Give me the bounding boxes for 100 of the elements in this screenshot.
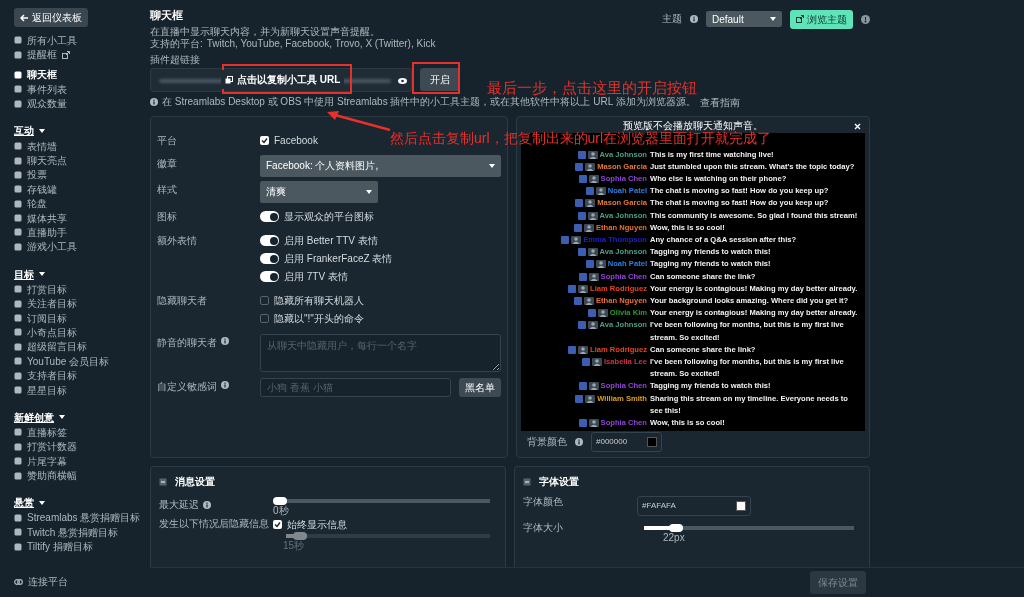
- square-icon: [14, 357, 22, 366]
- url-field[interactable]: 点击以复制小工具 URL: [150, 67, 412, 92]
- sidebar-item[interactable]: 轮盘: [14, 196, 146, 211]
- sidebar-item[interactable]: 片尾字幕: [14, 454, 146, 469]
- field-label: 自定义敏感词: [157, 380, 217, 393]
- sidebar-item[interactable]: 直播标签: [14, 425, 146, 440]
- square-icon: [14, 199, 22, 208]
- section-heading[interactable]: 新鲜创意: [14, 409, 65, 426]
- sidebar-item[interactable]: 赞助商横幅: [14, 468, 146, 483]
- sidebar-item[interactable]: 事件列表: [14, 82, 146, 97]
- sidebar-item[interactable]: 小奇点目标: [14, 325, 146, 340]
- sidebar-item[interactable]: 星星目标: [14, 382, 146, 398]
- field-label: 最大延迟: [159, 499, 199, 511]
- collapse-icon[interactable]: [159, 477, 167, 486]
- field-label: 平台: [157, 134, 177, 147]
- toggle-switch[interactable]: [260, 253, 279, 264]
- sidebar-item[interactable]: 直播助手: [14, 225, 146, 240]
- enable-button[interactable]: 开启: [420, 68, 460, 91]
- option-label: 隐藏以"!"开头的命令: [274, 312, 364, 326]
- square-icon: [14, 170, 22, 179]
- theme-dropdown[interactable]: Default: [706, 11, 782, 27]
- sidebar-item[interactable]: Streamlabs 悬赏捐赠目标: [14, 510, 146, 526]
- square-icon: [14, 70, 22, 79]
- info-icon: [690, 15, 698, 23]
- sidebar-item[interactable]: 投票: [14, 167, 146, 183]
- avatar-icon: [588, 175, 599, 183]
- copy-icon: [225, 75, 233, 84]
- avatar-icon: [597, 309, 608, 318]
- avatar-icon: [583, 223, 594, 232]
- sidebar-item[interactable]: 打赏目标: [14, 282, 146, 297]
- checkbox[interactable]: [260, 296, 269, 305]
- sidebar-item[interactable]: 观众数量: [14, 96, 146, 111]
- option-label: 启用 Better TTV 表情: [284, 234, 378, 248]
- dropdown[interactable]: Facebook: 个人资料图片,: [260, 154, 501, 177]
- blacklist-button[interactable]: 黑名单: [459, 377, 501, 397]
- slider-value: 22px: [662, 531, 686, 544]
- square-icon: [14, 85, 22, 94]
- avatar-icon: [587, 321, 598, 330]
- square-icon: [14, 314, 22, 323]
- page-title: 聊天框: [150, 8, 184, 23]
- annotation-text: 最后一步，点击这里的开启按钮: [487, 80, 697, 95]
- sidebar-item[interactable]: 媒体共享: [14, 210, 146, 226]
- sidebar-item[interactable]: 订阅目标: [14, 310, 146, 326]
- dropdown-value: Facebook: 个人资料图片,: [266, 159, 379, 173]
- collapse-icon[interactable]: [523, 477, 531, 486]
- sidebar-item[interactable]: Twitch 悬赏捐赠目标: [14, 525, 146, 540]
- close-icon[interactable]: [854, 122, 861, 130]
- option-label: 显示观众的平台图标: [284, 210, 374, 224]
- sidebar-item[interactable]: 支持者目标: [14, 368, 146, 383]
- eye-icon[interactable]: [398, 77, 407, 84]
- annotation-text: 然后点击复制url，把复制出来的url在浏览器里面打开就完成了: [390, 131, 772, 145]
- sidebar-item[interactable]: 游戏小工具: [14, 239, 146, 255]
- section-heading[interactable]: 互动: [14, 122, 45, 139]
- sidebar-item[interactable]: 聊天亮点: [14, 153, 146, 168]
- external-link-icon: [796, 15, 804, 23]
- caret-icon: [366, 189, 372, 194]
- checkbox[interactable]: [260, 136, 269, 145]
- square-icon: [14, 242, 22, 251]
- sidebar-item[interactable]: 所有小工具: [14, 33, 146, 48]
- sidebar-item[interactable]: Tiltify 捐赠目标: [14, 539, 146, 554]
- color-field[interactable]: #FAFAFA: [637, 495, 751, 516]
- slider-value: 15秒: [282, 539, 306, 552]
- section-heading[interactable]: 目标: [14, 266, 45, 283]
- field-label: 发生以下情况后隐藏信息: [159, 517, 270, 531]
- sidebar-item[interactable]: 存钱罐: [14, 182, 146, 197]
- square-icon: [14, 99, 22, 108]
- section-heading[interactable]: 悬赏: [14, 494, 45, 511]
- slider-thumb[interactable]: [273, 496, 287, 505]
- avatar-icon: [595, 260, 606, 269]
- avatar-icon: [587, 248, 598, 257]
- info-icon: [203, 501, 211, 509]
- sidebar-item[interactable]: 提醒框: [14, 47, 146, 62]
- toggle-switch[interactable]: [260, 211, 279, 222]
- avatar-icon: [587, 150, 598, 159]
- square-icon: [14, 185, 22, 194]
- dropdown[interactable]: 清爽: [260, 180, 378, 203]
- square-icon: [14, 471, 22, 480]
- color-field[interactable]: #000000: [591, 431, 663, 452]
- field-label: 静音的聊天者: [157, 336, 217, 349]
- sidebar-item[interactable]: 关注者目标: [14, 296, 146, 311]
- copy-url-button[interactable]: 点击以复制小工具 URL: [221, 70, 345, 89]
- sidebar-item[interactable]: 超级留言目标: [14, 339, 146, 355]
- slider-thumb[interactable]: [668, 523, 683, 532]
- option-label: 启用 FrankerFaceZ 表情: [284, 252, 393, 266]
- field-label: 隐藏聊天者: [157, 294, 207, 307]
- browse-themes-button[interactable]: 浏览主题: [790, 9, 853, 29]
- square-icon: [14, 50, 22, 59]
- back-button[interactable]: 返回仪表板: [14, 8, 88, 27]
- guide-link[interactable]: 查看指南: [699, 94, 740, 110]
- sidebar-item[interactable]: 表情墙: [14, 138, 146, 154]
- connect-link[interactable]: 连接平台: [14, 574, 146, 589]
- avatar-icon: [585, 394, 596, 403]
- toggle-switch[interactable]: [260, 235, 279, 246]
- square-icon: [14, 36, 22, 45]
- sidebar-item[interactable]: YouTube 会员目标: [14, 354, 146, 369]
- sidebar-item[interactable]: 聊天框: [14, 67, 146, 83]
- checkbox[interactable]: [260, 314, 269, 323]
- toggle-switch[interactable]: [260, 271, 279, 282]
- sidebar-item[interactable]: 打赏计数器: [14, 439, 146, 454]
- square-icon: [14, 228, 22, 237]
